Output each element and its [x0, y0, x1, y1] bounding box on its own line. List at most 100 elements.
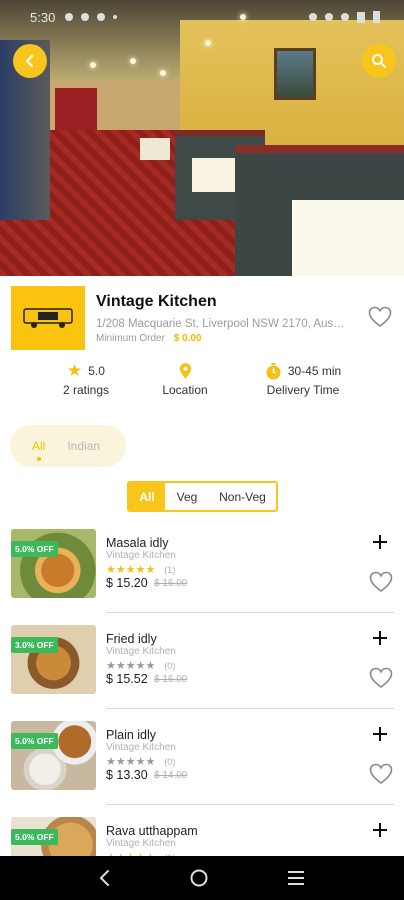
heart-outline-icon: [369, 571, 393, 593]
heart-outline-icon: [369, 763, 393, 785]
discount-badge: 5.0% OFF: [11, 829, 58, 845]
vibrate-icon: [325, 13, 333, 21]
star-rating: ★★★★★ (1): [106, 563, 175, 576]
menu-item[interactable]: 5.0% OFF Masala idly Vintage Kitchen ★★★…: [0, 529, 404, 625]
diet-filter: All Veg Non-Veg: [127, 481, 278, 512]
food-truck-logo-icon: [23, 308, 73, 328]
back-nav-icon[interactable]: [98, 869, 112, 887]
discount-badge: 5.0% OFF: [11, 733, 58, 749]
plus-icon: [373, 631, 387, 645]
diet-filter-veg[interactable]: Veg: [165, 483, 209, 510]
favorite-item-button[interactable]: [369, 667, 393, 694]
status-bar: 5:30: [0, 0, 404, 34]
minimum-order: Minimum Order $ 0.00: [96, 333, 202, 344]
star-rating: ★★★★★ (0): [106, 659, 175, 672]
divider: [106, 612, 394, 613]
discount-badge: 5.0% OFF: [11, 541, 58, 557]
food-image: 3.0% OFF: [11, 625, 96, 694]
favorite-restaurant-button[interactable]: [368, 306, 392, 333]
review-count: (0): [164, 756, 176, 767]
restaurant-logo: [11, 286, 85, 350]
menu-item-price: $ 13.30: [106, 768, 148, 782]
status-system-icons: [309, 11, 380, 23]
star-rating: ★★★★★ (0): [106, 755, 175, 768]
ratings-count: 2 ratings: [62, 383, 110, 397]
chat-bubble-icon: [65, 13, 74, 21]
wifi-icon: [341, 13, 349, 21]
location-stat[interactable]: Location: [155, 362, 215, 397]
stopwatch-icon: [266, 362, 281, 379]
dot-icon: [113, 15, 118, 19]
eye-icon: [309, 13, 317, 21]
hero-table: [192, 158, 240, 192]
discount-badge: 3.0% OFF: [11, 637, 58, 653]
location-pin-icon: [179, 362, 191, 379]
star-icon: ★★★★★: [106, 660, 156, 672]
cuisine-tab-indian[interactable]: Indian: [67, 439, 100, 453]
add-to-cart-button[interactable]: [371, 533, 389, 556]
divider: [106, 708, 394, 709]
hero-light: [160, 70, 166, 76]
add-to-cart-button[interactable]: [371, 725, 389, 748]
heart-outline-icon: [368, 306, 392, 328]
share-icon: [81, 13, 90, 21]
favorite-item-button[interactable]: [369, 763, 393, 790]
menu-item-old-price: $ 16.00: [154, 578, 188, 589]
recents-nav-icon[interactable]: [286, 870, 306, 886]
star-icon: ★: [67, 361, 83, 380]
menu-item-name: Plain idly: [106, 728, 157, 742]
restaurant-name: Vintage Kitchen: [96, 293, 217, 310]
chevron-left-icon: [26, 55, 33, 67]
hero-light: [205, 40, 211, 46]
back-button[interactable]: [13, 44, 47, 78]
search-icon: [372, 54, 386, 68]
hero-painting: [274, 48, 316, 100]
signal-icon: [357, 11, 365, 23]
food-image: 5.0% OFF: [11, 721, 96, 790]
menu-item-name: Fried idly: [106, 632, 157, 646]
battery-icon: [373, 11, 380, 23]
add-to-cart-button[interactable]: [371, 629, 389, 652]
restaurant-cover-image: [0, 0, 404, 276]
hero-door: [55, 88, 97, 133]
menu-item[interactable]: 5.0% OFF Plain idly Vintage Kitchen ★★★★…: [0, 721, 404, 817]
restaurant-address: 1/208 Macquarie St, Liverpool NSW 2170, …: [96, 318, 346, 330]
favorite-item-button[interactable]: [369, 571, 393, 598]
menu-item-name: Rava utthappam: [106, 824, 198, 838]
system-navigation-bar: [0, 856, 404, 900]
plus-icon: [373, 535, 387, 549]
rating-stat: ★ 5.0 2 ratings: [56, 361, 116, 397]
home-nav-icon[interactable]: [189, 868, 209, 888]
minimum-order-value: $ 0.00: [173, 333, 202, 344]
food-image: 5.0% OFF: [11, 529, 96, 598]
menu-item-restaurant: Vintage Kitchen: [106, 646, 176, 657]
heart-outline-icon: [369, 667, 393, 689]
cuisine-tab-all[interactable]: All: [32, 439, 45, 461]
star-icon: ★★★★★: [106, 564, 156, 576]
status-notification-icons: [65, 13, 118, 21]
hero-light: [130, 58, 136, 64]
menu-item-old-price: $ 14.00: [154, 770, 188, 781]
diet-filter-all[interactable]: All: [129, 483, 165, 510]
rating-value: 5.0: [88, 364, 105, 378]
menu-item-old-price: $ 16.00: [154, 674, 188, 685]
location-label: Location: [162, 383, 208, 397]
add-to-cart-button[interactable]: [371, 821, 389, 844]
menu-item-restaurant: Vintage Kitchen: [106, 742, 176, 753]
star-icon: ★★★★★: [106, 756, 156, 768]
screen: 5:30 Vintage Kitchen 1/208 Macquarie St,…: [0, 0, 404, 900]
status-time: 5:30: [30, 9, 56, 25]
hero-table: [140, 138, 170, 160]
delivery-time-stat: 30-45 min Delivery Time: [258, 362, 348, 397]
search-button[interactable]: [362, 44, 396, 78]
delivery-time-label: Delivery Time: [266, 383, 340, 397]
hero-table: [292, 200, 404, 276]
menu-item-restaurant: Vintage Kitchen: [106, 838, 176, 849]
menu-item-name: Masala idly: [106, 536, 169, 550]
plus-icon: [373, 823, 387, 837]
review-count: (1): [164, 564, 176, 575]
alert-icon: [97, 13, 106, 21]
diet-filter-non-veg[interactable]: Non-Veg: [209, 483, 276, 510]
review-count: (0): [164, 660, 176, 671]
menu-item[interactable]: 3.0% OFF Fried idly Vintage Kitchen ★★★★…: [0, 625, 404, 721]
